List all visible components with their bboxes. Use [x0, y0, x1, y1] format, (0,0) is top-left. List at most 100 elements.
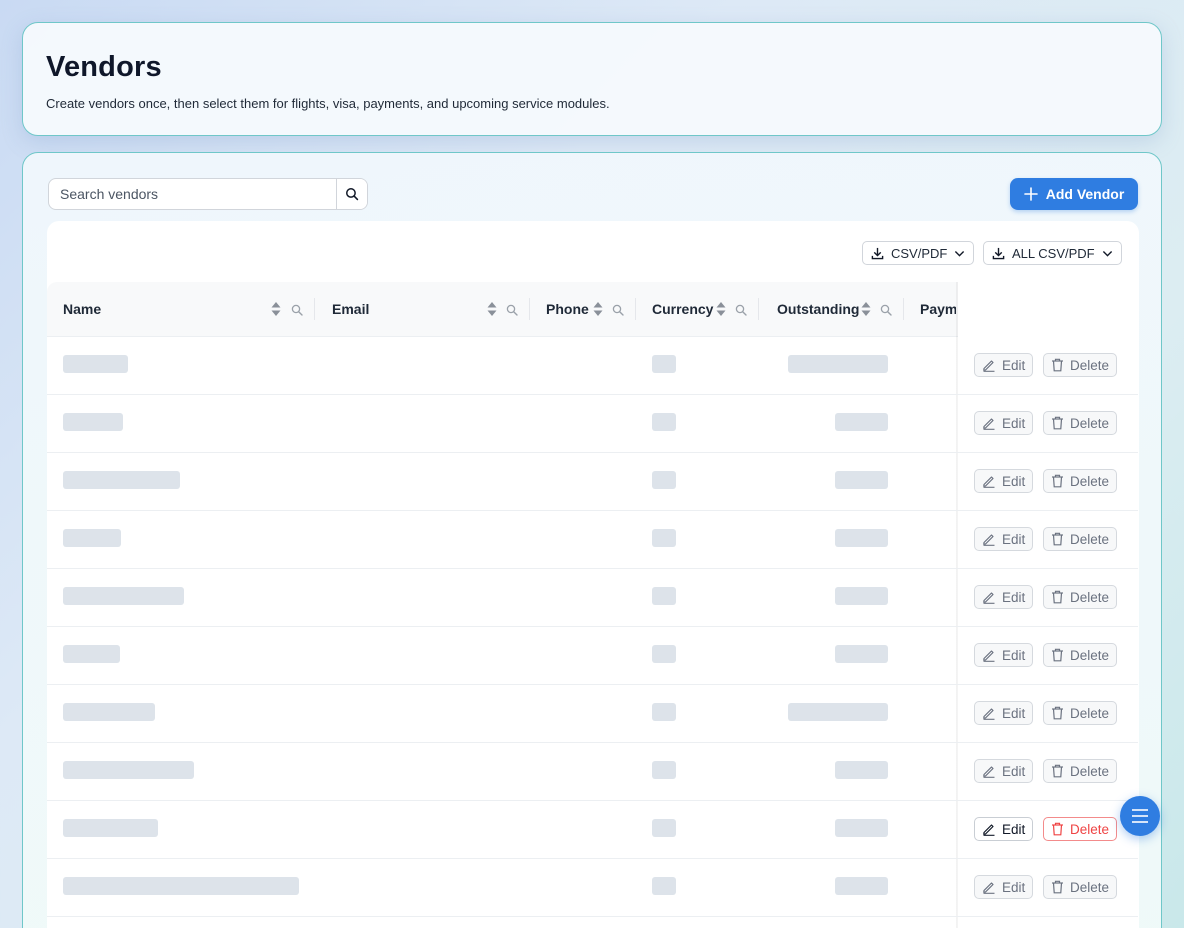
delete-button[interactable]: Delete [1043, 759, 1118, 783]
trash-icon [1052, 474, 1063, 488]
name-skeleton [63, 877, 299, 895]
sort-icon[interactable] [271, 301, 281, 317]
table-row[interactable]: Edit Delete [47, 569, 1138, 627]
edit-label: Edit [1002, 647, 1026, 663]
column-header-email[interactable]: Email [332, 282, 369, 336]
name-skeleton [63, 587, 184, 605]
table-row[interactable]: Edit Delete [47, 859, 1138, 917]
table-row[interactable]: Edit Delete [47, 627, 1138, 685]
sort-control[interactable] [861, 301, 871, 322]
column-search-icon[interactable] [612, 304, 624, 316]
column-header-payme[interactable]: Payme [920, 282, 956, 336]
edit-label: Edit [1002, 821, 1026, 837]
column-header-outstanding[interactable]: Outstanding [777, 282, 859, 336]
sort-control[interactable] [271, 301, 281, 322]
outstanding-skeleton [835, 819, 888, 837]
edit-button[interactable]: Edit [974, 411, 1034, 435]
outstanding-skeleton [835, 471, 888, 489]
export-page-label: CSV/PDF [891, 245, 948, 261]
export-page-button[interactable]: CSV/PDF [862, 241, 975, 265]
table-row[interactable]: Edit Delete [47, 801, 1138, 859]
column-filter[interactable] [880, 303, 892, 321]
vendors-table: CSV/PDF ALL CSV/PDF Name Email Phone Curren… [47, 221, 1139, 928]
pencil-icon [983, 592, 995, 604]
column-search-icon[interactable] [735, 304, 747, 316]
delete-button[interactable]: Delete [1043, 643, 1118, 667]
outstanding-skeleton [835, 529, 888, 547]
floating-menu-button[interactable] [1120, 796, 1160, 836]
delete-button[interactable]: Delete [1043, 875, 1118, 899]
sort-icon[interactable] [593, 301, 603, 317]
outstanding-skeleton [835, 761, 888, 779]
column-filter[interactable] [506, 303, 518, 321]
delete-label: Delete [1070, 589, 1110, 605]
column-header-name[interactable]: Name [63, 282, 101, 336]
edit-button[interactable]: Edit [974, 875, 1034, 899]
plus-icon [1023, 187, 1038, 201]
export-all-button[interactable]: ALL CSV/PDF [983, 241, 1122, 265]
edit-button[interactable]: Edit [974, 353, 1034, 377]
edit-label: Edit [1002, 705, 1026, 721]
edit-button[interactable]: Edit [974, 817, 1034, 841]
delete-button[interactable]: Delete [1043, 411, 1118, 435]
column-search-icon[interactable] [506, 304, 518, 316]
pencil-icon [983, 476, 995, 488]
column-filter[interactable] [291, 303, 303, 321]
currency-skeleton [652, 645, 676, 663]
table-row[interactable]: Edit Delete [47, 453, 1138, 511]
pencil-icon [983, 650, 995, 662]
edit-button[interactable]: Edit [974, 527, 1034, 551]
page-title: Vendors [46, 51, 162, 83]
currency-skeleton [652, 877, 676, 895]
table-row[interactable]: Edit Delete [47, 685, 1138, 743]
delete-button[interactable]: Delete [1043, 469, 1118, 493]
edit-button[interactable]: Edit [974, 759, 1034, 783]
column-search-icon[interactable] [880, 304, 892, 316]
add-vendor-button[interactable]: Add Vendor [1010, 178, 1138, 210]
search-input[interactable] [49, 179, 336, 209]
chevron-down-icon [1102, 250, 1112, 257]
column-search-icon[interactable] [291, 304, 303, 316]
add-vendor-label: Add Vendor [1045, 186, 1125, 202]
delete-label: Delete [1070, 415, 1110, 431]
download-icon [871, 247, 884, 259]
column-filter[interactable] [735, 303, 747, 321]
currency-skeleton [652, 761, 676, 779]
trash-icon [1052, 822, 1063, 836]
pencil-icon [983, 824, 995, 836]
column-header-currency[interactable]: Currency [652, 282, 713, 336]
pencil-icon [983, 360, 995, 372]
delete-button[interactable]: Delete [1043, 701, 1118, 725]
search-button[interactable] [336, 179, 367, 209]
sort-control[interactable] [487, 301, 497, 322]
column-header-label: Payme [920, 301, 956, 317]
column-divider [903, 298, 904, 320]
table-row[interactable]: Edit Delete [47, 511, 1138, 569]
column-header-label: Currency [652, 301, 714, 317]
column-divider [314, 298, 315, 320]
sort-icon[interactable] [861, 301, 871, 317]
sort-icon[interactable] [716, 301, 726, 317]
edit-button[interactable]: Edit [974, 469, 1034, 493]
edit-label: Edit [1002, 531, 1026, 547]
delete-button[interactable]: Delete [1043, 353, 1118, 377]
edit-button[interactable]: Edit [974, 643, 1034, 667]
table-row[interactable]: Edit Delete [47, 743, 1138, 801]
sort-control[interactable] [716, 301, 726, 322]
outstanding-skeleton [835, 645, 888, 663]
sort-icon[interactable] [487, 301, 497, 317]
delete-button[interactable]: Delete [1043, 527, 1118, 551]
menu-icon [1132, 809, 1148, 823]
delete-button[interactable]: Delete [1043, 817, 1118, 841]
delete-button[interactable]: Delete [1043, 585, 1118, 609]
sort-control[interactable] [593, 301, 603, 322]
table-row[interactable]: Edit Delete [47, 337, 1138, 395]
pencil-icon [983, 418, 995, 430]
download-icon [992, 247, 1005, 259]
column-header-phone[interactable]: Phone [546, 282, 589, 336]
edit-label: Edit [1002, 357, 1026, 373]
column-filter[interactable] [612, 303, 624, 321]
edit-button[interactable]: Edit [974, 585, 1034, 609]
edit-button[interactable]: Edit [974, 701, 1034, 725]
table-row[interactable]: Edit Delete [47, 395, 1138, 453]
